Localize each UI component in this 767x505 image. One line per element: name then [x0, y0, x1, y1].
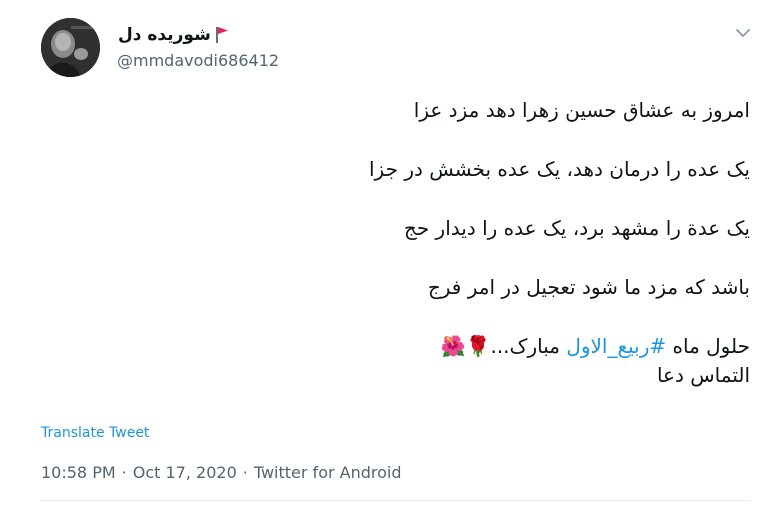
- tweet-text-fragment: مبارک...: [490, 334, 567, 358]
- tweet-time[interactable]: 10:58 PM: [41, 461, 116, 485]
- separator-dot: ·: [242, 463, 248, 482]
- separator-dot: ·: [121, 463, 127, 482]
- avatar[interactable]: [41, 18, 100, 77]
- tweet-metadata: 10:58 PM · Oct 17, 2020 · Twitter for An…: [41, 461, 402, 485]
- red-flag-icon: [215, 26, 229, 44]
- tweet-source[interactable]: Twitter for Android: [254, 461, 402, 485]
- hashtag-link[interactable]: #ربیع_الاول: [566, 334, 666, 358]
- tweet-line: یک عدة را مشهد برد، یک عده را دیدار حج: [403, 216, 750, 240]
- tweet-line: التماس دعا: [656, 363, 750, 387]
- divider: [41, 500, 750, 501]
- tweet-date[interactable]: Oct 17, 2020: [133, 461, 237, 485]
- tweet-line: باشد که مزد ما شود تعجیل در امر فرج: [427, 275, 750, 299]
- tweet-line: حلول ماه #ربیع_الاول مبارک...🌹🌺: [50, 332, 750, 361]
- chevron-down-icon[interactable]: [734, 24, 752, 42]
- author-display-name[interactable]: شوریده دل: [118, 22, 211, 48]
- tweet-line: امروز به عشاق حسین زهرا دهد مزد عزا: [413, 98, 750, 122]
- tweet-line: یک عده را درمان دهد، یک عده بخشش در جزا: [369, 157, 750, 181]
- tweet-text: امروز به عشاق حسین زهرا دهد مزد عزا یک ع…: [50, 96, 750, 390]
- avatar-image: [41, 18, 100, 77]
- author-handle[interactable]: @mmdavodi686412: [117, 50, 279, 72]
- flower-emoji-icon: 🌹🌺: [440, 334, 491, 358]
- tweet-text-fragment: حلول ماه: [666, 334, 750, 358]
- translate-tweet-link[interactable]: Translate Tweet: [41, 423, 149, 443]
- author-name-row[interactable]: شوریده دل: [118, 22, 229, 48]
